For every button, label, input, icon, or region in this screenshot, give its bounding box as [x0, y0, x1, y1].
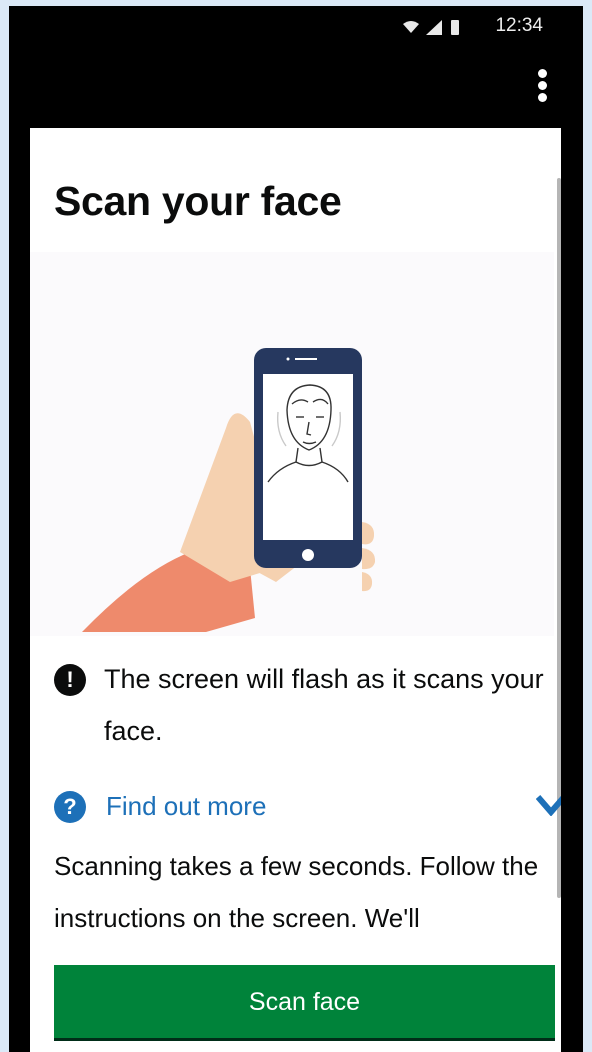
scan-face-button[interactable]: Scan face [54, 965, 555, 1038]
notice-text: The screen will flash as it scans your f… [104, 664, 544, 746]
app-screen: Scan your face ! The screen will flash a… [30, 128, 561, 1052]
wifi-icon [403, 21, 419, 33]
details-body: Scanning takes a few seconds. Follow the… [54, 851, 539, 933]
exclamation-icon: ! [54, 664, 86, 696]
more-vert-icon[interactable] [538, 69, 548, 109]
phone-frame: 12:34 Scan your face ! The screen will f… [9, 6, 583, 1052]
chevron-down-icon[interactable] [536, 794, 561, 816]
status-bar: 12:34 [9, 6, 583, 46]
page-title: Scan your face [54, 178, 342, 224]
status-icons [403, 20, 459, 35]
battery-icon [451, 20, 459, 35]
find-out-more-toggle[interactable]: ? Find out more [54, 788, 561, 828]
signal-icon [426, 20, 442, 35]
status-time: 12:34 [495, 15, 543, 36]
face-scan-illustration [30, 252, 554, 636]
question-icon: ? [54, 791, 86, 823]
find-out-more-link[interactable]: Find out more [106, 791, 266, 822]
